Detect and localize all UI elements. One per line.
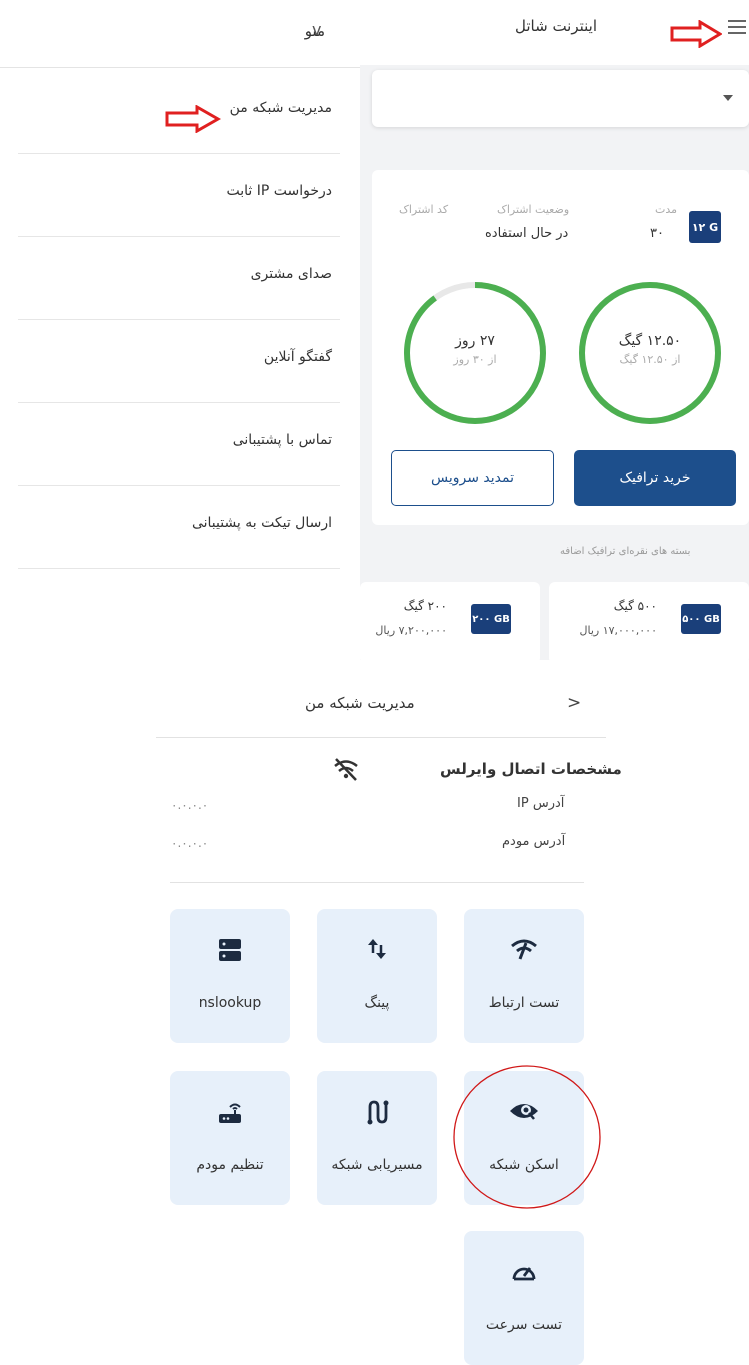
wifi-off-icon (334, 758, 358, 781)
menu-item-label: تماس با پشتیبانی (232, 432, 332, 448)
chevron-down-icon[interactable]: v (312, 20, 321, 39)
duration-value: ۳۰ (650, 226, 664, 241)
menu-item-label: مدیریت شبکه من (229, 100, 332, 116)
traffic-main: ۱۲.۵۰ گیگ (618, 333, 682, 349)
code-label: کد اشتراک (399, 203, 449, 216)
days-ring-text: ۲۷ روز از ۳۰ روز (400, 333, 550, 366)
package-card-500[interactable]: ۵۰۰ GB ۵۰۰ گیگ ۱۷,۰۰۰,۰۰۰ ریال (549, 582, 749, 664)
chevron-right-icon[interactable]: > (567, 693, 581, 713)
subscription-select[interactable] (372, 70, 749, 127)
package-card-200[interactable]: ۲۰۰ GB ۲۰۰ گیگ ۷,۲۰۰,۰۰۰ ریال (360, 582, 540, 664)
tool-speed-test[interactable]: تست سرعت (464, 1231, 584, 1365)
tool-label: پینگ (364, 995, 390, 1011)
annotation-arrow-icon (165, 105, 221, 133)
tool-nslookup[interactable]: nslookup (170, 909, 290, 1043)
menu-item-label: گفتگو آنلاین (263, 349, 332, 365)
tool-label: مسیریابی شبکه (331, 1157, 423, 1173)
tool-label: تست ارتباط (488, 995, 560, 1011)
wifi-signal-icon (464, 937, 584, 965)
status-label: وضعیت اشتراک (497, 203, 570, 216)
days-sub: از ۳۰ روز (453, 353, 497, 366)
package-badge: ۵۰۰ GB (681, 604, 721, 634)
buy-traffic-button[interactable]: خرید ترافیک (574, 450, 736, 506)
route-icon (317, 1099, 437, 1129)
duration-label: مدت (655, 203, 678, 216)
divider (0, 67, 360, 68)
modem-address-value: ۰.۰.۰.۰ (171, 836, 209, 850)
tool-label: تست سرعت (485, 1317, 563, 1333)
status-value: در حال استفاده (485, 226, 569, 241)
menu-item-send-ticket[interactable]: ارسال تیکت به پشتیبانی (18, 485, 340, 569)
ip-address-value: ۰.۰.۰.۰ (171, 798, 209, 812)
tool-connection-test[interactable]: تست ارتباط (464, 909, 584, 1043)
speedometer-icon (464, 1259, 584, 1287)
menu-item-label: صدای مشتری (250, 266, 332, 282)
ip-address-label: آدرس IP (517, 796, 565, 811)
traffic-ring-text: ۱۲.۵۰ گیگ از ۱۲.۵۰ گیگ (575, 333, 725, 366)
page-title: مدیریت شبکه من (305, 694, 415, 712)
tool-label: تنظیم مودم (196, 1157, 264, 1173)
caret-down-icon (723, 95, 733, 101)
up-down-arrows-icon (317, 937, 437, 965)
renew-service-button[interactable]: تمدید سرویس (391, 450, 554, 506)
router-icon (170, 1099, 290, 1129)
divider (156, 737, 606, 738)
package-badge: ۱۲ G (689, 211, 721, 243)
side-menu: منو v مدیریت شبکه من درخواست IP ثابت صدا… (0, 0, 360, 580)
server-icon (170, 937, 290, 967)
package-name: ۲۰۰ گیگ (403, 599, 447, 613)
tool-network-route[interactable]: مسیریابی شبکه (317, 1071, 437, 1205)
menu-item-static-ip[interactable]: درخواست IP ثابت (18, 153, 340, 237)
divider (170, 882, 584, 883)
app-title: اینترنت شاتل (515, 17, 598, 35)
package-badge: ۲۰۰ GB (471, 604, 511, 634)
wifi-section-title: مشخصات اتصال وایرلس (440, 760, 622, 778)
menu-item-label: ارسال تیکت به پشتیبانی (191, 515, 332, 531)
tool-modem-settings[interactable]: تنظیم مودم (170, 1071, 290, 1205)
menu-item-contact-support[interactable]: تماس با پشتیبانی (18, 402, 340, 486)
annotation-arrow-icon (670, 20, 722, 48)
tool-label: nslookup (198, 995, 262, 1011)
tool-ping[interactable]: پینگ (317, 909, 437, 1043)
package-price: ۱۷,۰۰۰,۰۰۰ ریال (579, 624, 657, 637)
hamburger-icon[interactable] (728, 20, 746, 34)
package-price: ۷,۲۰۰,۰۰۰ ریال (375, 624, 447, 637)
traffic-sub: از ۱۲.۵۰ گیگ (619, 353, 681, 366)
extra-packages-caption: بسته های نقره‌ای ترافیک اضافه (560, 546, 691, 557)
days-main: ۲۷ روز (455, 333, 495, 349)
menu-item-label: درخواست IP ثابت (226, 183, 332, 199)
menu-item-customer-voice[interactable]: صدای مشتری (18, 236, 340, 320)
modem-address-label: آدرس مودم (502, 834, 566, 849)
package-name: ۵۰۰ گیگ (613, 599, 657, 613)
menu-item-online-chat[interactable]: گفتگو آنلاین (18, 319, 340, 403)
annotation-circle (453, 1065, 601, 1209)
